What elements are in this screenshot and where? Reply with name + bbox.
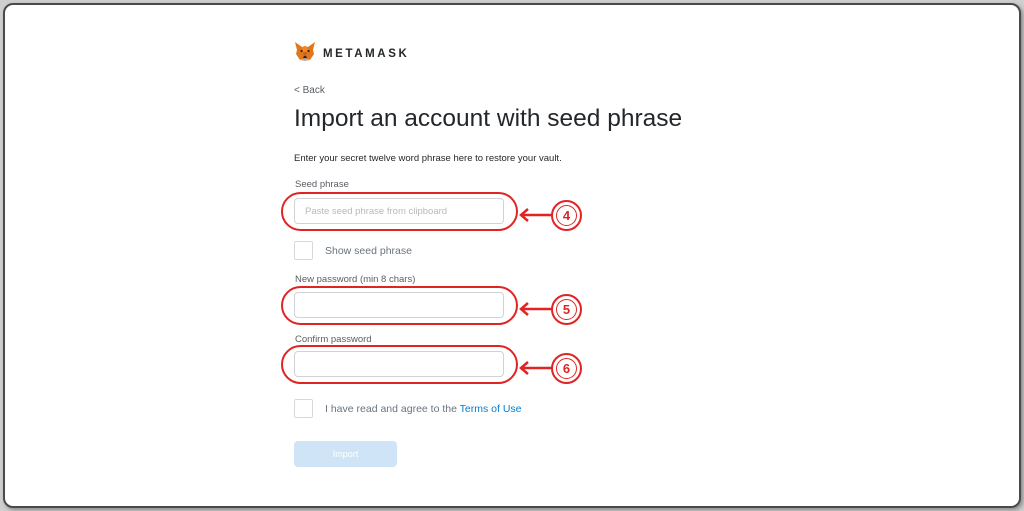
terms-of-use-link[interactable]: Terms of Use xyxy=(460,403,522,415)
terms-text: I have read and agree to the Terms of Us… xyxy=(325,403,522,415)
annotation-marker-4: 4 xyxy=(551,200,582,231)
back-link[interactable]: < Back xyxy=(294,85,325,96)
annotation-highlight-new-password xyxy=(281,286,518,325)
marker-number: 4 xyxy=(556,205,577,226)
seed-phrase-label: Seed phrase xyxy=(295,179,349,190)
show-seed-phrase-checkbox[interactable] xyxy=(294,241,313,260)
page-description: Enter your secret twelve word phrase her… xyxy=(294,153,562,164)
brand-logo: METAMASK xyxy=(294,41,409,66)
screenshot-frame: METAMASK < Back Import an account with s… xyxy=(3,3,1021,508)
annotation-arrow-icon xyxy=(519,302,552,316)
terms-prefix: I have read and agree to the xyxy=(325,403,460,415)
marker-number: 6 xyxy=(556,358,577,379)
marker-number: 5 xyxy=(556,299,577,320)
confirm-password-label: Confirm password xyxy=(295,334,372,345)
annotation-highlight-confirm-password xyxy=(281,345,518,384)
annotation-highlight-seed xyxy=(281,192,518,231)
terms-checkbox[interactable] xyxy=(294,399,313,418)
annotation-arrow-icon xyxy=(519,361,552,375)
brand-name: METAMASK xyxy=(323,47,410,60)
annotation-marker-6: 6 xyxy=(551,353,582,384)
annotation-marker-5: 5 xyxy=(551,294,582,325)
metamask-fox-icon xyxy=(294,41,316,66)
import-button[interactable]: Import xyxy=(294,441,397,467)
show-seed-phrase-label: Show seed phrase xyxy=(325,245,412,257)
new-password-label: New password (min 8 chars) xyxy=(295,274,416,285)
page-title: Import an account with seed phrase xyxy=(294,105,683,132)
annotation-arrow-icon xyxy=(519,208,552,222)
